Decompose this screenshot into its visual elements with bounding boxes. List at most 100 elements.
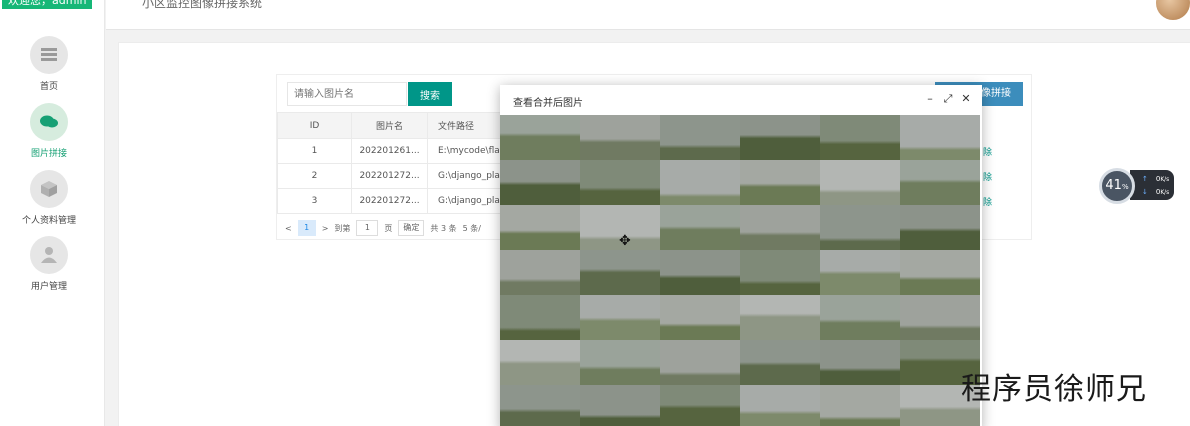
image-tile	[740, 205, 820, 250]
page-input[interactable]: 1	[356, 220, 379, 236]
cpu-unit: %	[1121, 183, 1129, 191]
prev-page-button[interactable]: <	[285, 224, 292, 233]
search-button[interactable]: 搜索	[408, 82, 452, 106]
sidebar-item-label: 个人资料管理	[21, 216, 76, 226]
cell-path: G:\django_plat	[427, 163, 507, 189]
image-tile	[820, 115, 900, 160]
table-header-row: ID 图片名 文件路径	[277, 112, 507, 139]
image-tile	[740, 160, 820, 205]
sidebar-item-stitch[interactable]: 图片拼接	[0, 103, 98, 159]
image-tile	[740, 295, 820, 340]
cell-path: E:\mycode\flas	[427, 138, 507, 164]
row-delete-link[interactable]: 除	[983, 170, 992, 183]
image-tile	[580, 340, 660, 385]
cell-path: G:\django_plat	[427, 188, 507, 214]
image-tile	[900, 250, 980, 295]
image-tile	[660, 160, 740, 205]
image-tile	[820, 340, 900, 385]
page-size-select[interactable]: 5 条/	[463, 223, 481, 234]
user-icon	[30, 236, 68, 274]
column-header-path[interactable]: 文件路径	[427, 112, 507, 139]
move-cursor-icon: ✥	[619, 233, 631, 249]
page-unit-label: 页	[384, 223, 393, 233]
sidebar-item-home[interactable]: 首页	[0, 36, 98, 92]
image-tile	[900, 205, 980, 250]
image-tile	[580, 295, 660, 340]
image-tile	[500, 160, 580, 205]
sidebar-item-label: 用户管理	[30, 282, 67, 292]
watermark-text: 程序员徐师兄	[961, 372, 1147, 407]
image-tile	[660, 385, 740, 426]
image-tile	[740, 115, 820, 160]
minimize-icon[interactable]: –	[924, 92, 936, 106]
modal-title: 查看合并后图片	[513, 98, 583, 109]
upload-unit: K/s	[1160, 177, 1170, 183]
image-tile	[500, 205, 580, 250]
image-tile	[820, 160, 900, 205]
cell-id: 3	[277, 188, 352, 214]
sidebar-item-profile[interactable]: 个人资料管理	[0, 170, 98, 226]
cpu-gauge: 41%	[1099, 168, 1135, 204]
top-header: 小区监控图像拼接系统	[106, 0, 1190, 30]
image-tile	[900, 295, 980, 340]
modal-header: 查看合并后图片 – ⤢ ✕	[500, 85, 982, 115]
sidebar-item-label: 图片拼接	[30, 149, 67, 159]
row-delete-link[interactable]: 除	[983, 145, 992, 158]
image-tile	[580, 250, 660, 295]
cell-id: 1	[277, 138, 352, 164]
row-delete-link[interactable]: 除	[983, 195, 992, 208]
maximize-icon[interactable]: ⤢	[942, 92, 954, 106]
image-tile	[660, 340, 740, 385]
goto-label: 到第	[334, 223, 351, 233]
image-tile	[660, 205, 740, 250]
page-title: 小区监控图像拼接系统	[142, 0, 263, 10]
page-confirm-button[interactable]: 确定	[398, 220, 425, 236]
image-tile	[820, 385, 900, 426]
column-header-id[interactable]: ID	[277, 112, 352, 139]
image-tile	[580, 160, 660, 205]
image-tile	[820, 250, 900, 295]
welcome-badge: 欢迎您，admin	[2, 0, 93, 9]
current-page[interactable]: 1	[297, 220, 316, 236]
image-tile	[900, 115, 980, 160]
table-row[interactable]: 2 202201272... G:\django_plat	[277, 163, 507, 189]
image-table: ID 图片名 文件路径 1 202201261... E:\mycode\fla…	[277, 112, 507, 214]
download-unit: K/s	[1160, 190, 1170, 196]
home-icon	[30, 36, 68, 74]
search-input[interactable]	[287, 82, 407, 106]
image-tile	[740, 340, 820, 385]
image-tile	[740, 250, 820, 295]
avatar[interactable]	[1156, 0, 1190, 20]
image-tile	[500, 340, 580, 385]
cell-name: 202201272...	[351, 188, 428, 214]
image-tile	[660, 115, 740, 160]
column-header-name[interactable]: 图片名	[351, 112, 428, 139]
table-row[interactable]: 3 202201272... G:\django_plat	[277, 188, 507, 214]
image-tile	[820, 295, 900, 340]
cell-name: 202201272...	[351, 163, 428, 189]
download-arrow-icon: ↓	[1142, 188, 1148, 196]
table-row[interactable]: 1 202201261... E:\mycode\flas	[277, 138, 507, 164]
cell-id: 2	[277, 163, 352, 189]
merged-image-modal: 查看合并后图片 – ⤢ ✕ ✥	[500, 85, 982, 426]
close-icon[interactable]: ✕	[960, 92, 972, 106]
image-tile	[500, 295, 580, 340]
pagination: < 1 > 到第 1 页 确定 共 3 条 5 条/	[285, 220, 487, 236]
image-tile	[500, 385, 580, 426]
network-speed-widget: ↑ 0K/s ↓ 0K/s	[1130, 170, 1174, 200]
image-tile	[820, 205, 900, 250]
image-tile	[580, 385, 660, 426]
stitched-image	[500, 115, 982, 426]
upload-arrow-icon: ↑	[1142, 175, 1148, 183]
sidebar-item-users[interactable]: 用户管理	[0, 236, 98, 292]
chat-icon	[30, 103, 68, 141]
next-page-button[interactable]: >	[322, 224, 329, 233]
image-tile	[740, 385, 820, 426]
image-tile	[500, 250, 580, 295]
sidebar-item-label: 首页	[39, 82, 58, 92]
sidebar: 欢迎您，admin 首页 图片拼接 个人资料管理 用户管理	[0, 0, 105, 426]
total-count: 共 3 条	[430, 223, 457, 233]
image-tile	[900, 160, 980, 205]
image-tile	[500, 115, 580, 160]
image-tile	[580, 115, 660, 160]
